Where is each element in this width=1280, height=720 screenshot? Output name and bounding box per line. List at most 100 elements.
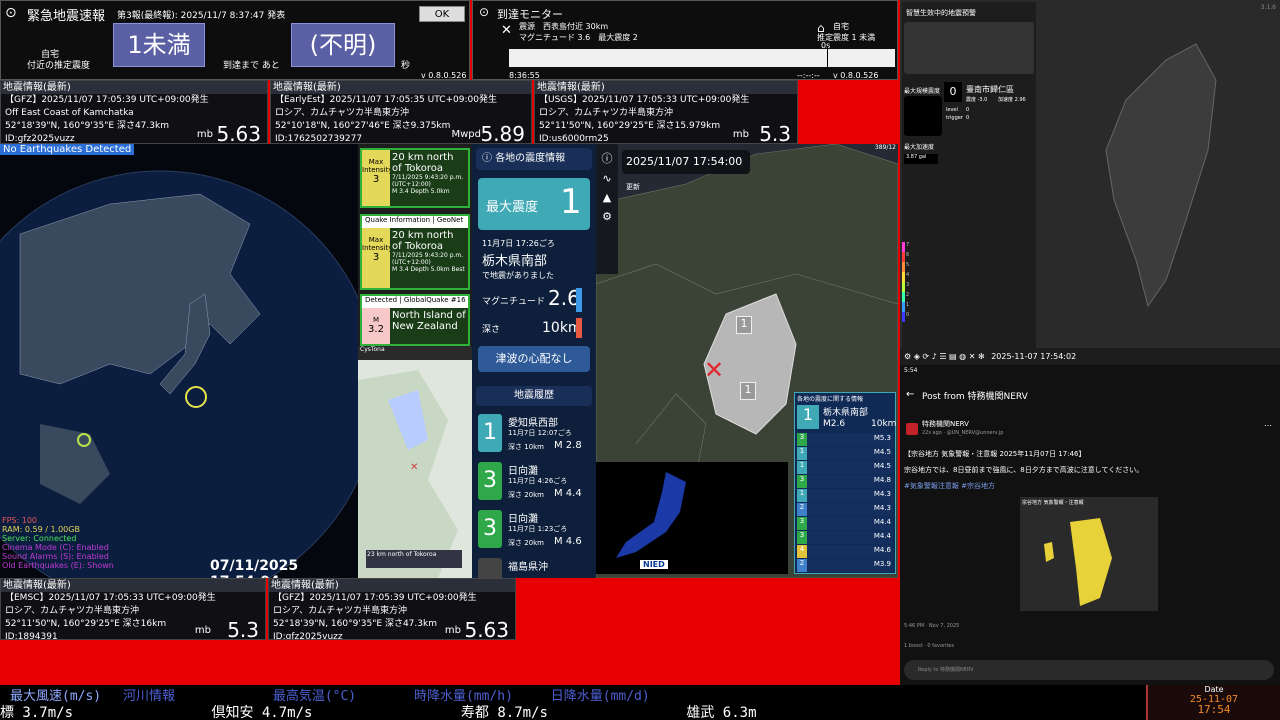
side-list-row[interactable]: 1 M4.3 <box>797 489 893 502</box>
side-list-row[interactable]: 3 M4.8 <box>797 475 893 488</box>
eew-arrival-box: (不明) <box>291 23 395 67</box>
gq-level: 3 <box>372 174 380 185</box>
history-item[interactable]: 1 愛知県西部 11月7日 12:07ごろ 深さ 10km M 2.8 <box>476 412 592 456</box>
side-list-row[interactable]: 3 M4.4 <box>797 517 893 530</box>
tw-trigger-label: trigger <box>946 115 963 121</box>
quake-src: 【GFZ】2025/11/07 17:05:39 UTC+09:00発生 <box>273 593 477 603</box>
arrival-bar <box>509 49 895 67</box>
avatar[interactable] <box>906 423 918 435</box>
globe-stat: RAM: 0.59 / 1.00GB <box>2 525 80 534</box>
taiwan-map[interactable] <box>1096 40 1226 310</box>
nz-map[interactable]: CysTona ✕ 23 km north of Tokoroa <box>358 346 472 578</box>
reply-field[interactable]: Reply to 特務機関NERV <box>904 660 1274 680</box>
arrival-home-label: 自宅 <box>833 22 849 31</box>
gq-card-main: 20 km north of Tokoroa 7/11/2025 9:43:20… <box>390 150 468 206</box>
jp-title: ⓘ 各地の震度情報 <box>476 148 592 170</box>
gq-level: 3.2 <box>368 324 384 335</box>
tw-scale-tick: 4 <box>902 272 914 282</box>
tw-max-acc: 3.87 gal <box>904 154 938 164</box>
side-list-level: 3 <box>797 517 807 530</box>
side-list-mag: M4.4 <box>873 532 891 540</box>
quake-info-box: 地震情報(最新) 【GFZ】2025/11/07 17:05:39 UTC+09… <box>268 578 516 640</box>
mute-icon[interactable]: ✕ <box>969 352 976 361</box>
back-icon[interactable]: ← <box>906 389 914 400</box>
info-icon[interactable]: ⓘ <box>596 150 618 166</box>
tw-level-label: level <box>946 107 958 113</box>
list-icon[interactable]: ☰ <box>939 352 946 361</box>
warning-icon[interactable]: ▲ <box>596 191 618 204</box>
side-list-row[interactable]: 4 M4.6 <box>797 545 893 558</box>
more-icon[interactable]: ⋯ <box>1264 421 1272 430</box>
time-value: 17:54 <box>1197 703 1231 716</box>
post-tags[interactable]: #気象警報注意報 #宗谷地方 <box>904 481 995 491</box>
quake-mag: 5.89 <box>480 122 525 144</box>
tw-max-acc-label: 最大加速度 <box>904 144 935 151</box>
side-list-row[interactable]: 3 M5.3 <box>797 433 893 446</box>
side-panel-level: 1 <box>797 405 819 429</box>
side-list-row[interactable]: 1 M4.5 <box>797 447 893 460</box>
quake-place: Off East Coast of Kamchatka <box>5 108 134 118</box>
eew-ok-button[interactable]: OK <box>419 6 465 22</box>
wave-icon[interactable]: ∿ <box>596 172 618 185</box>
date-label: Date <box>1204 685 1224 694</box>
side-list-level: 3 <box>797 433 807 446</box>
ticker-value: 倶知安 4.7m/s <box>211 705 313 720</box>
side-list-row[interactable]: 1 M4.5 <box>797 461 893 474</box>
jp-title-text: 各地の震度情報 <box>495 153 566 164</box>
close-icon[interactable]: ✕ <box>501 23 512 38</box>
post-author[interactable]: 特務機関NERV <box>922 419 969 429</box>
jp-region: 栃木県南部 <box>482 254 548 269</box>
tw-scale-tick: 0 <box>902 312 914 322</box>
nied-map-svg <box>616 472 686 558</box>
side-list-level: 1 <box>797 447 807 460</box>
warning-area <box>1044 542 1054 562</box>
side-list-mag: M4.3 <box>873 490 891 498</box>
post-image[interactable]: 宗谷地方 気象警報・注意報 <box>1020 497 1158 611</box>
jp-max-value: 1 <box>560 182 582 222</box>
side-list-mag: M4.5 <box>873 448 891 456</box>
nied-logo: NIED <box>640 560 668 569</box>
taiwan-land <box>1105 43 1217 308</box>
eew-warning-icon: ⊙ <box>5 5 17 21</box>
jp-map-side-panel: 各地の震度に関する情報 1 栃木県南部 M2.6 10km 3 M5.3 1 M4.5… <box>794 392 896 574</box>
globe-stat: Sound Alarms (S): Enabled <box>2 552 109 561</box>
tw-datetime: 2025-11-07 17:54:02 <box>991 352 1077 361</box>
quake-place: ロシア、カムチャツカ半島東方沖 <box>273 606 408 616</box>
globe-stat: FPS: 100 <box>2 516 38 525</box>
gq-card[interactable]: Quake Information | GeoNet Max Intensity… <box>360 214 470 290</box>
side-list-mag: M3.9 <box>873 560 891 568</box>
side-list-row[interactable]: 2 M3.9 <box>797 559 893 572</box>
settings-icon[interactable]: ✻ <box>978 352 985 361</box>
side-list-row[interactable]: 3 M4.4 <box>797 531 893 544</box>
gear-icon[interactable]: ⚙ <box>904 352 911 361</box>
post-image-map <box>1044 518 1112 606</box>
gq-card[interactable]: Max Intensity 3 20 km north of Tokoroa 7/… <box>360 148 470 208</box>
quake-info-box: 地震情報(最新) 【GFZ】2025/11/07 17:05:39 UTC+09… <box>0 80 268 144</box>
sound-icon[interactable]: ♪ <box>932 352 937 361</box>
history-mag: M 4.4 <box>554 488 582 499</box>
tw-max-label: 最大規模震度 <box>904 88 941 95</box>
gq-card[interactable]: Detected | GlobalQuake #16 M 3.2 North Is… <box>360 294 470 346</box>
jp-map[interactable]: ⓘ ∿ ▲ ⚙ 2025/11/07 17:54:00 更新 389/12 1 … <box>596 144 898 578</box>
side-list-level: 3 <box>797 475 807 488</box>
post-image-title: 宗谷地方 気象警報・注意報 <box>1022 500 1084 506</box>
globe-stat: Server: Connected <box>2 534 77 543</box>
history-item[interactable]: 3 日向灘 11月7日 1:23ごろ 深さ 20km M 4.6 <box>476 508 592 552</box>
refresh-icon[interactable]: ⟳ <box>922 352 929 361</box>
arrival-time: 8:36:55 <box>509 71 540 80</box>
side-list-level: 1 <box>797 461 807 474</box>
history-item[interactable]: 3 日向灘 11月7日 4:26ごろ 深さ 20km M 4.4 <box>476 460 592 504</box>
history-date: 11月7日 4:26ごろ <box>508 477 568 485</box>
chart-icon[interactable]: ▤ <box>949 352 957 361</box>
nz-map-svg: ✕ <box>358 370 458 578</box>
globe-icon[interactable]: ◍ <box>959 352 966 361</box>
gq-date: 7/11/2025 9:43:20 p.m. (UTC+12:00) <box>392 174 464 188</box>
gear-icon[interactable]: ⚙ <box>596 210 618 223</box>
side-list-row[interactable]: 2 M4.3 <box>797 503 893 516</box>
post-line: 【宗谷地方 気象警報・注意報 2025年11月07日 17:46】 <box>904 450 1086 458</box>
globe-view[interactable]: No Earthquakes Detected FPS: 100 RAM: 0.… <box>0 144 358 578</box>
side-list-level: 2 <box>797 503 807 516</box>
tw-title: 智慧生效中的地震預警 <box>906 9 976 17</box>
nz-map-caption: 23 km north of Tokoroa <box>366 550 462 568</box>
location-icon[interactable]: ◈ <box>914 352 920 361</box>
